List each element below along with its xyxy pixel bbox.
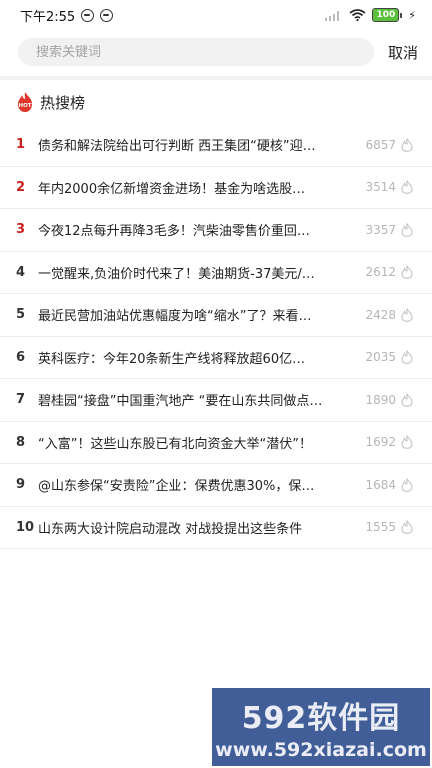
notification-icon-2 (100, 8, 114, 22)
hot-item-count: 1692 (365, 435, 396, 450)
hot-list-item[interactable]: 10 山东两大设计院启动混改 对战投提出这些条件 1555 (0, 507, 432, 549)
cancel-button[interactable]: 取消 (386, 42, 418, 63)
hot-badge-text: HOT (18, 103, 31, 109)
hot-item-count: 2428 (365, 307, 396, 322)
hot-flame-outline-icon (401, 180, 413, 195)
hot-flame-icon: HOT (18, 92, 32, 112)
hot-item-count: 1890 (365, 392, 396, 407)
hot-list-title: 热搜榜 (40, 93, 86, 112)
hot-item-count: 1684 (365, 477, 396, 492)
hot-item-title[interactable]: @山东参保“安责险”企业：保费优惠30%，保… (38, 475, 362, 494)
hot-item-count: 3514 (365, 180, 396, 195)
hot-flame-outline-icon (401, 265, 413, 280)
hot-item-title[interactable]: 碧桂园“接盘”中国重汽地产 “要在山东共同做点… (38, 390, 362, 409)
hot-item-rank: 7 (16, 392, 26, 408)
hot-item-title[interactable]: 一觉醒来,负油价时代来了！美油期货-37美元/… (38, 263, 362, 282)
watermark-brand: 592软件园 (241, 701, 401, 736)
hot-item-title[interactable]: 山东两大设计院启动混改 对战投提出这些条件 (38, 518, 362, 537)
hot-item-title[interactable]: 英科医疗：今年20条新生产线将释放超60亿… (38, 348, 362, 367)
status-left: 下午2:55 (20, 6, 114, 25)
status-time: 下午2:55 (20, 9, 76, 25)
hot-item-rank: 5 (16, 307, 26, 323)
hot-item-title[interactable]: 债务和解法院给出可行判断 西王集团“硬核”迎… (38, 135, 362, 154)
notification-icon (81, 8, 95, 22)
hot-list-item[interactable]: 7 碧桂园“接盘”中国重汽地产 “要在山东共同做点… 1890 (0, 379, 432, 422)
charging-icon: ⚡ (408, 8, 416, 22)
hot-item-rank: 3 (16, 222, 26, 238)
hot-flame-outline-icon (401, 435, 413, 450)
hot-list-item[interactable]: 4 一觉醒来,负油价时代来了！美油期货-37美元/… 2612 (0, 252, 432, 294)
status-bar: 下午2:55 100 ⚡ (0, 0, 432, 30)
watermark-url: www.592xiazai.com (215, 739, 427, 761)
battery-icon: 100 (372, 8, 403, 22)
hot-item-count: 3357 (365, 222, 396, 237)
watermark-logo: 592软件园 www.592xiazai.com (212, 688, 430, 766)
hot-list-item[interactable]: 1 债务和解法院给出可行判断 西王集团“硬核”迎… 6857 (0, 124, 432, 167)
signal-icon (325, 11, 340, 21)
hot-list-item[interactable]: 5 最近民营加油站优惠幅度为啥“缩水”了？来看… 2428 (0, 294, 432, 337)
hot-item-rank: 6 (16, 349, 26, 365)
hot-item-title[interactable]: 今夜12点每升再降3毛多！汽柴油零售价重回… (38, 220, 362, 239)
hot-item-rank: 4 (16, 264, 26, 280)
hot-flame-outline-icon (401, 222, 413, 237)
hot-item-rank: 9 (16, 477, 26, 493)
search-row: 取消 (0, 30, 432, 74)
hot-header: HOT 热搜榜 (0, 80, 432, 124)
hot-item-rank: 8 (16, 434, 26, 450)
hot-item-count: 2035 (365, 350, 396, 365)
hot-item-rank: 2 (16, 179, 26, 195)
hot-list-item[interactable]: 9 @山东参保“安责险”企业：保费优惠30%，保… 1684 (0, 464, 432, 507)
search-input[interactable] (36, 44, 374, 60)
hot-item-rank: 1 (16, 137, 26, 153)
hot-item-title[interactable]: 最近民营加油站优惠幅度为啥“缩水”了？来看… (38, 305, 362, 324)
hot-flame-outline-icon (401, 477, 413, 492)
hot-item-count: 2612 (365, 265, 396, 280)
hot-list: 1 债务和解法院给出可行判断 西王集团“硬核”迎… 6857 2 年内2000余亿新增资… (0, 124, 432, 549)
hot-flame-outline-icon (401, 137, 413, 152)
battery-level: 100 (372, 8, 400, 22)
hot-flame-outline-icon (401, 307, 413, 322)
hot-item-count: 1555 (365, 520, 396, 535)
hot-list-item[interactable]: 8 “入富”！这些山东股已有北向资金大举“潜伏”！ 1692 (0, 422, 432, 464)
battery-tip (400, 12, 403, 18)
search-box[interactable] (18, 38, 374, 66)
hot-flame-outline-icon (401, 350, 413, 365)
hot-flame-outline-icon (401, 392, 413, 407)
hot-item-rank: 10 (16, 519, 35, 535)
hot-flame-outline-icon (401, 520, 413, 535)
hot-item-count: 6857 (365, 137, 396, 152)
hot-list-item[interactable]: 2 年内2000余亿新增资金进场！基金为啥选股… 3514 (0, 167, 432, 209)
hot-item-title[interactable]: “入富”！这些山东股已有北向资金大举“潜伏”！ (38, 433, 362, 452)
status-right: 100 ⚡ (325, 8, 416, 22)
wifi-icon (349, 9, 366, 21)
hot-list-item[interactable]: 6 英科医疗：今年20条新生产线将释放超60亿… 2035 (0, 337, 432, 379)
hot-item-title[interactable]: 年内2000余亿新增资金进场！基金为啥选股… (38, 178, 362, 197)
hot-list-item[interactable]: 3 今夜12点每升再降3毛多！汽柴油零售价重回… 3357 (0, 209, 432, 252)
